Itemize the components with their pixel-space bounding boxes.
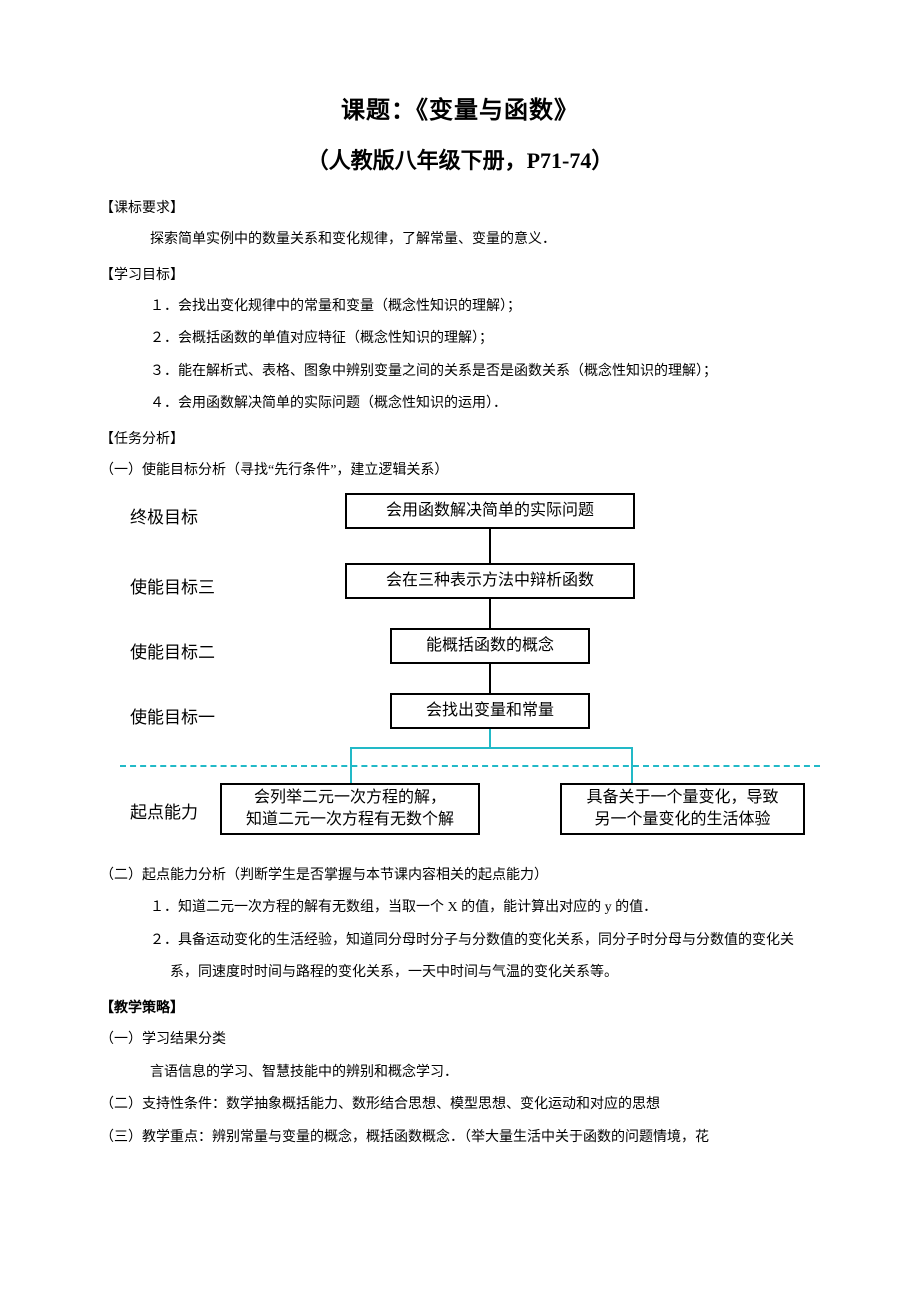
title-sub: （人教版八年级下册，P71-74） <box>100 143 820 175</box>
mubiao-item-3: ３．能在解析式、表格、图象中辨别变量之间的关系是否是函数关系（概念性知识的理解）… <box>100 359 820 386</box>
strategy-sub2: （二）支持性条件：数学抽象概括能力、数形结合思想、模型思想、变化运动和对应的思想 <box>100 1092 820 1119</box>
diagram-branch <box>350 747 633 749</box>
heading-kebiao: 【课标要求】 <box>100 197 820 217</box>
heading-mubiao: 【学习目标】 <box>100 264 820 284</box>
document-page: 课题：《变量与函数》 （人教版八年级下册，P71-74） 【课标要求】 探索简单… <box>0 0 920 1301</box>
diagram-label-g2: 使能目标二 <box>130 638 215 663</box>
diagram-label-g3: 使能目标三 <box>130 573 215 598</box>
diagram-label-top: 终极目标 <box>130 503 198 528</box>
strategy-sub1-text: 言语信息的学习、智慧技能中的辨别和概念学习． <box>100 1060 820 1087</box>
diagram-box-g2: 能概括函数的概念 <box>390 628 590 664</box>
diagram-connector <box>489 664 491 693</box>
task-sub2-item-2b: 系，同速度时时间与路程的变化关系，一天中时间与气温的变化关系等。 <box>100 960 820 987</box>
heading-strategy: 【教学策略】 <box>100 997 820 1017</box>
diagram-branch <box>489 729 491 747</box>
kebiao-text: 探索简单实例中的数量关系和变化规律，了解常量、变量的意义． <box>100 227 820 254</box>
task-sub2: （二）起点能力分析（判断学生是否掌握与本节课内容相关的起点能力） <box>100 863 820 890</box>
diagram-box-g3: 会在三种表示方法中辩析函数 <box>345 563 635 599</box>
task-sub1: （一）使能目标分析（寻找“先行条件”，建立逻辑关系） <box>100 458 820 485</box>
strategy-sub3: （三）教学重点：辨别常量与变量的概念，概括函数概念．（举大量生活中关于函数的问题… <box>100 1125 820 1152</box>
diagram-box-start-right: 具备关于一个量变化，导致 另一个量变化的生活体验 <box>560 783 805 835</box>
diagram-connector <box>489 599 491 628</box>
mubiao-item-4: ４．会用函数解决简单的实际问题（概念性知识的运用）． <box>100 391 820 418</box>
diagram-label-g1: 使能目标一 <box>130 703 215 728</box>
task-sub2-item-2: ２．具备运动变化的生活经验，知道同分母时分子与分数值的变化关系，同分子时分母与分… <box>100 928 820 955</box>
mubiao-item-2: ２．会概括函数的单值对应特征（概念性知识的理解）； <box>100 326 820 353</box>
diagram-dashed-separator <box>120 765 820 767</box>
title-main: 课题：《变量与函数》 <box>100 90 820 125</box>
heading-task: 【任务分析】 <box>100 428 820 448</box>
mubiao-item-1: １．会找出变化规律中的常量和变量（概念性知识的理解）； <box>100 294 820 321</box>
diagram-box-start-left: 会列举二元一次方程的解， 知道二元一次方程有无数个解 <box>220 783 480 835</box>
goal-hierarchy-diagram: 终极目标 使能目标三 使能目标二 使能目标一 起点能力 会用函数解决简单的实际问… <box>100 493 820 853</box>
diagram-connector <box>489 529 491 563</box>
diagram-label-start: 起点能力 <box>130 798 198 823</box>
diagram-box-top: 会用函数解决简单的实际问题 <box>345 493 635 529</box>
task-sub2-item-1: １．知道二元一次方程的解有无数组，当取一个 X 的值，能计算出对应的 y 的值． <box>100 895 820 922</box>
diagram-box-g1: 会找出变量和常量 <box>390 693 590 729</box>
strategy-sub1: （一）学习结果分类 <box>100 1027 820 1054</box>
